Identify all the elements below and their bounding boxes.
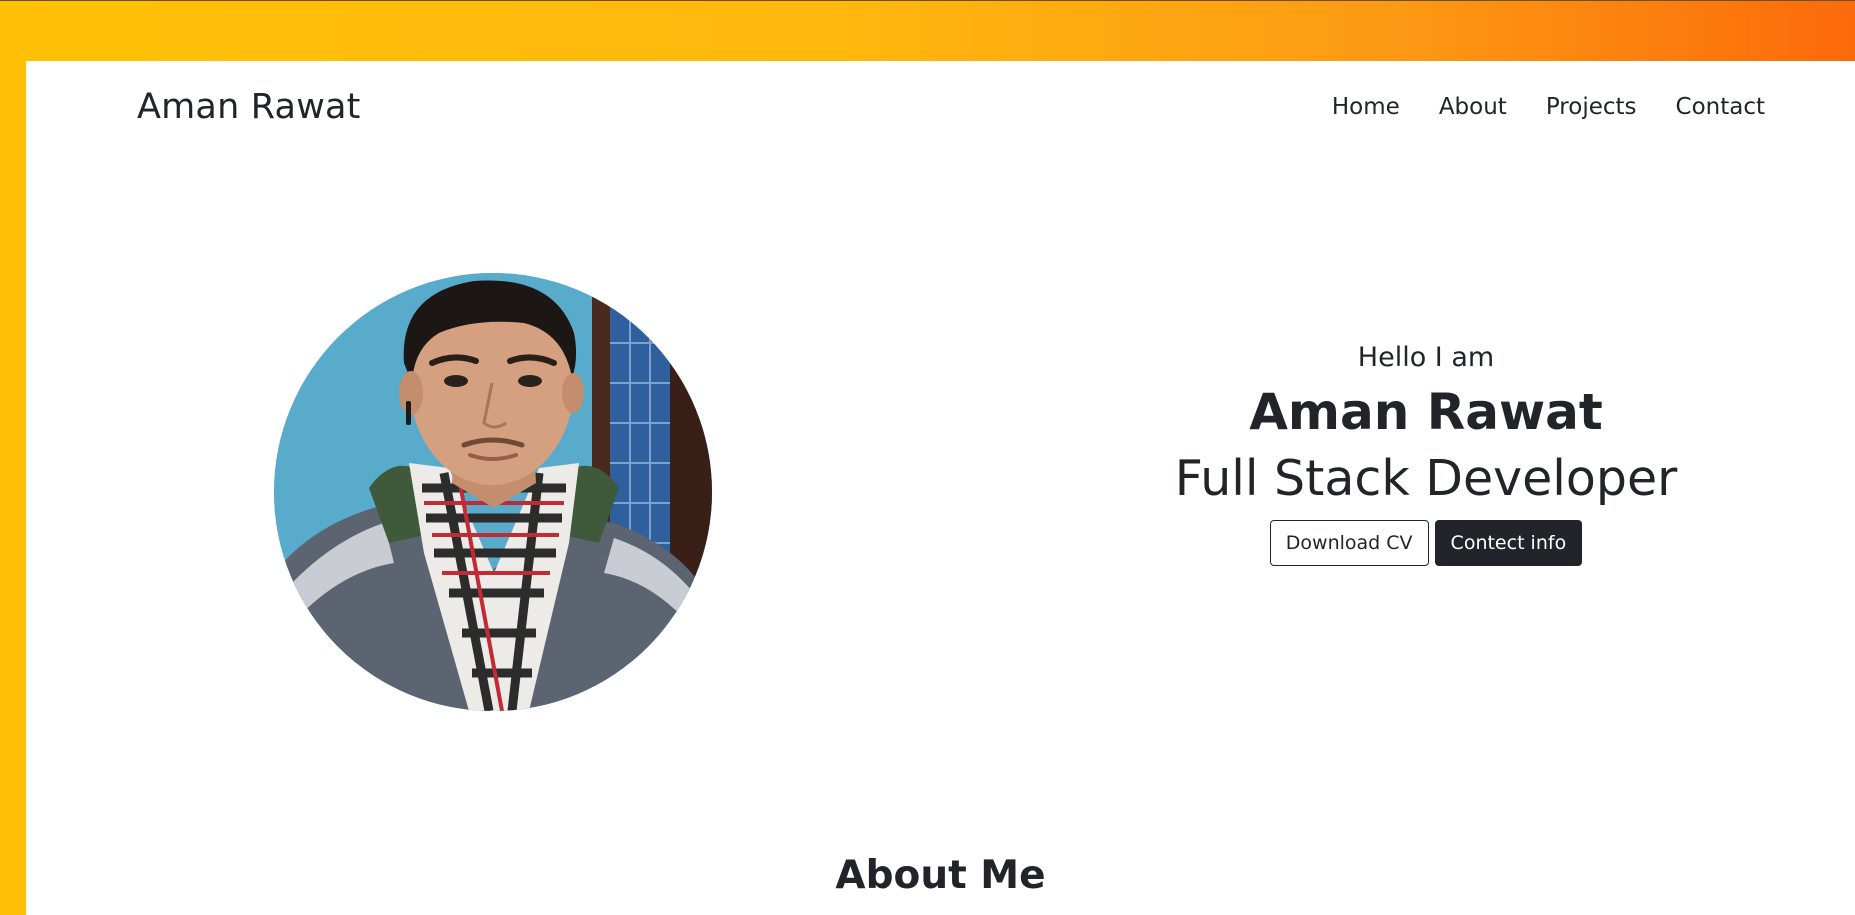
hero-intro: Hello I am Aman Rawat Full Stack Develop… xyxy=(1156,338,1696,566)
greeting-text: Hello I am xyxy=(1357,342,1495,373)
nav-link-about[interactable]: About xyxy=(1439,94,1507,120)
nav-link-projects[interactable]: Projects xyxy=(1546,94,1637,120)
page-container: Aman Rawat Home About Projects Contact H… xyxy=(26,61,1855,915)
profile-photo xyxy=(274,273,712,711)
download-cv-button[interactable]: Download CV xyxy=(1269,520,1429,566)
hero-role: Full Stack Developer xyxy=(1174,450,1678,507)
nav-link-contact[interactable]: Contact xyxy=(1676,94,1765,120)
hero-actions: Download CV Contect info xyxy=(1156,520,1696,566)
navbar-links: Home About Projects Contact xyxy=(1332,94,1765,120)
contact-info-button[interactable]: Contect info xyxy=(1434,520,1583,566)
about-section-title: About Me xyxy=(835,853,1046,898)
navbar-brand[interactable]: Aman Rawat xyxy=(137,87,361,127)
hero-name: Aman Rawat xyxy=(1249,383,1603,441)
nav-link-home[interactable]: Home xyxy=(1332,94,1400,120)
